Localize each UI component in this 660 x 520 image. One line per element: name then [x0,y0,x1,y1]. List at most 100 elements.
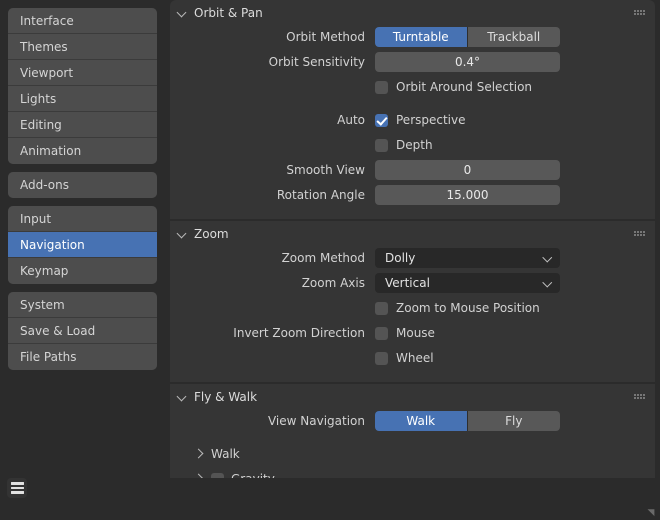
checkbox-label-invert-zoom-wheel: Wheel [396,351,434,365]
spacer [170,435,641,443]
label-zoom-axis: Zoom Axis [170,276,375,290]
panel-body-zoom: Zoom Method Dolly Zoom Axis Vertical [170,247,655,382]
resize-grip-icon[interactable]: ◥ [644,508,658,518]
view-navigation-option-fly[interactable]: Fly [468,411,561,431]
auto-perspective-checkbox[interactable]: Perspective [375,110,466,130]
status-bar: ◥ [0,478,660,520]
checkbox-box-zoom-to-mouse-position [375,302,388,315]
drag-grip-icon[interactable] [634,10,645,16]
sidebar-item-save-and-load[interactable]: Save & Load [8,318,157,344]
sidebar-item-lights[interactable]: Lights [8,86,157,112]
panel-header-orbit-and-pan[interactable]: Orbit & Pan [170,0,655,26]
sidebar-item-themes[interactable]: Themes [8,34,157,60]
row-orbit-method: Orbit Method Turntable Trackball [170,26,641,48]
zoom-axis-value: Vertical [385,276,544,290]
checkbox-label-auto-perspective: Perspective [396,113,466,127]
sidebar-item-input[interactable]: Input [8,206,157,232]
orbit-sensitivity-field[interactable]: 0.4° [375,52,560,72]
subsection-label-walk: Walk [211,447,240,461]
checkbox-box-invert-zoom-wheel [375,352,388,365]
sidebar-item-navigation[interactable]: Navigation [8,232,157,258]
zoom-method-dropdown[interactable]: Dolly [375,248,560,268]
view-navigation-option-walk[interactable]: Walk [375,411,468,431]
invert-zoom-mouse-checkbox[interactable]: Mouse [375,323,435,343]
drag-grip-icon[interactable] [634,394,645,400]
row-orbit-sensitivity: Orbit Sensitivity 0.4° [170,51,641,73]
sidebar-item-keymap[interactable]: Keymap [8,258,157,284]
orbit-method-toggle[interactable]: Turntable Trackball [375,27,560,47]
orbit-method-option-trackball[interactable]: Trackball [468,27,561,47]
checkbox-box-auto-perspective [375,114,388,127]
chevron-right-icon [194,449,204,459]
chevron-down-icon [178,8,188,18]
chevron-down-icon [544,279,553,288]
sidebar-item-animation[interactable]: Animation [8,138,157,164]
drag-grip-icon[interactable] [634,231,645,237]
row-smooth-view: Smooth View 0 [170,159,641,181]
panel-header-zoom[interactable]: Zoom [170,221,655,247]
row-view-navigation: View Navigation Walk Fly [170,410,641,432]
checkbox-label-orbit-around-selection: Orbit Around Selection [396,80,532,94]
hamburger-bar [11,482,24,485]
rotation-angle-field[interactable]: 15.000 [375,185,560,205]
sidebar-group-system: System Save & Load File Paths [8,292,157,370]
sidebar-item-interface[interactable]: Interface [8,8,157,34]
sidebar-item-add-ons[interactable]: Add-ons [8,172,157,198]
row-auto-depth: Depth [170,134,641,156]
auto-depth-checkbox[interactable]: Depth [375,135,433,155]
spacer [170,101,641,109]
orbit-method-option-turntable[interactable]: Turntable [375,27,468,47]
label-orbit-sensitivity: Orbit Sensitivity [170,55,375,69]
sidebar-item-file-paths[interactable]: File Paths [8,344,157,370]
sidebar-group-general: Interface Themes Viewport Lights Editing… [8,8,157,164]
sidebar-group-input: Input Navigation Keymap [8,206,157,284]
hamburger-bar [11,491,24,494]
zoom-to-mouse-position-checkbox[interactable]: Zoom to Mouse Position [375,298,540,318]
label-auto: Auto [170,113,375,127]
zoom-axis-dropdown[interactable]: Vertical [375,273,560,293]
label-rotation-angle: Rotation Angle [170,188,375,202]
checkbox-label-zoom-to-mouse-position: Zoom to Mouse Position [396,301,540,315]
checkbox-box-invert-zoom-mouse [375,327,388,340]
row-orbit-around-selection: Orbit Around Selection [170,76,641,98]
subsection-walk[interactable]: Walk [170,443,641,465]
label-orbit-method: Orbit Method [170,30,375,44]
sidebar-item-editing[interactable]: Editing [8,112,157,138]
checkbox-box-orbit-around-selection [375,81,388,94]
preferences-content: Orbit & Pan Orbit Method Turntable Track… [170,0,655,478]
smooth-view-field[interactable]: 0 [375,160,560,180]
sidebar-item-viewport[interactable]: Viewport [8,60,157,86]
preferences-sidebar: Interface Themes Viewport Lights Editing… [0,0,165,478]
row-invert-zoom-wheel: Wheel [170,347,641,369]
row-invert-zoom-mouse: Invert Zoom Direction Mouse [170,322,641,344]
row-zoom-method: Zoom Method Dolly [170,247,641,269]
panel-zoom: Zoom Zoom Method Dolly [170,221,655,382]
hamburger-bar [11,487,24,490]
label-zoom-method: Zoom Method [170,251,375,265]
chevron-down-icon [544,254,553,263]
invert-zoom-wheel-checkbox[interactable]: Wheel [375,348,434,368]
orbit-around-selection-checkbox[interactable]: Orbit Around Selection [375,77,532,97]
label-invert-zoom-direction: Invert Zoom Direction [170,326,375,340]
row-zoom-to-mouse-position: Zoom to Mouse Position [170,297,641,319]
checkbox-label-invert-zoom-mouse: Mouse [396,326,435,340]
zoom-method-value: Dolly [385,251,544,265]
row-auto-perspective: Auto Perspective [170,109,641,131]
hamburger-menu-icon[interactable] [7,478,27,498]
view-navigation-toggle[interactable]: Walk Fly [375,411,560,431]
preferences-window: Interface Themes Viewport Lights Editing… [0,0,660,520]
checkbox-box-auto-depth [375,139,388,152]
panel-body-orbit-and-pan: Orbit Method Turntable Trackball Orbit S… [170,26,655,219]
label-view-navigation: View Navigation [170,414,375,428]
label-smooth-view: Smooth View [170,163,375,177]
row-rotation-angle: Rotation Angle 15.000 [170,184,641,206]
sidebar-item-system[interactable]: System [8,292,157,318]
panel-title-zoom: Zoom [194,227,229,241]
panel-title-fly-and-walk: Fly & Walk [194,390,257,404]
sidebar-group-addons: Add-ons [8,172,157,198]
panel-header-fly-and-walk[interactable]: Fly & Walk [170,384,655,410]
panel-orbit-and-pan: Orbit & Pan Orbit Method Turntable Track… [170,0,655,219]
panel-title-orbit-and-pan: Orbit & Pan [194,6,263,20]
chevron-down-icon [178,229,188,239]
chevron-down-icon [178,392,188,402]
